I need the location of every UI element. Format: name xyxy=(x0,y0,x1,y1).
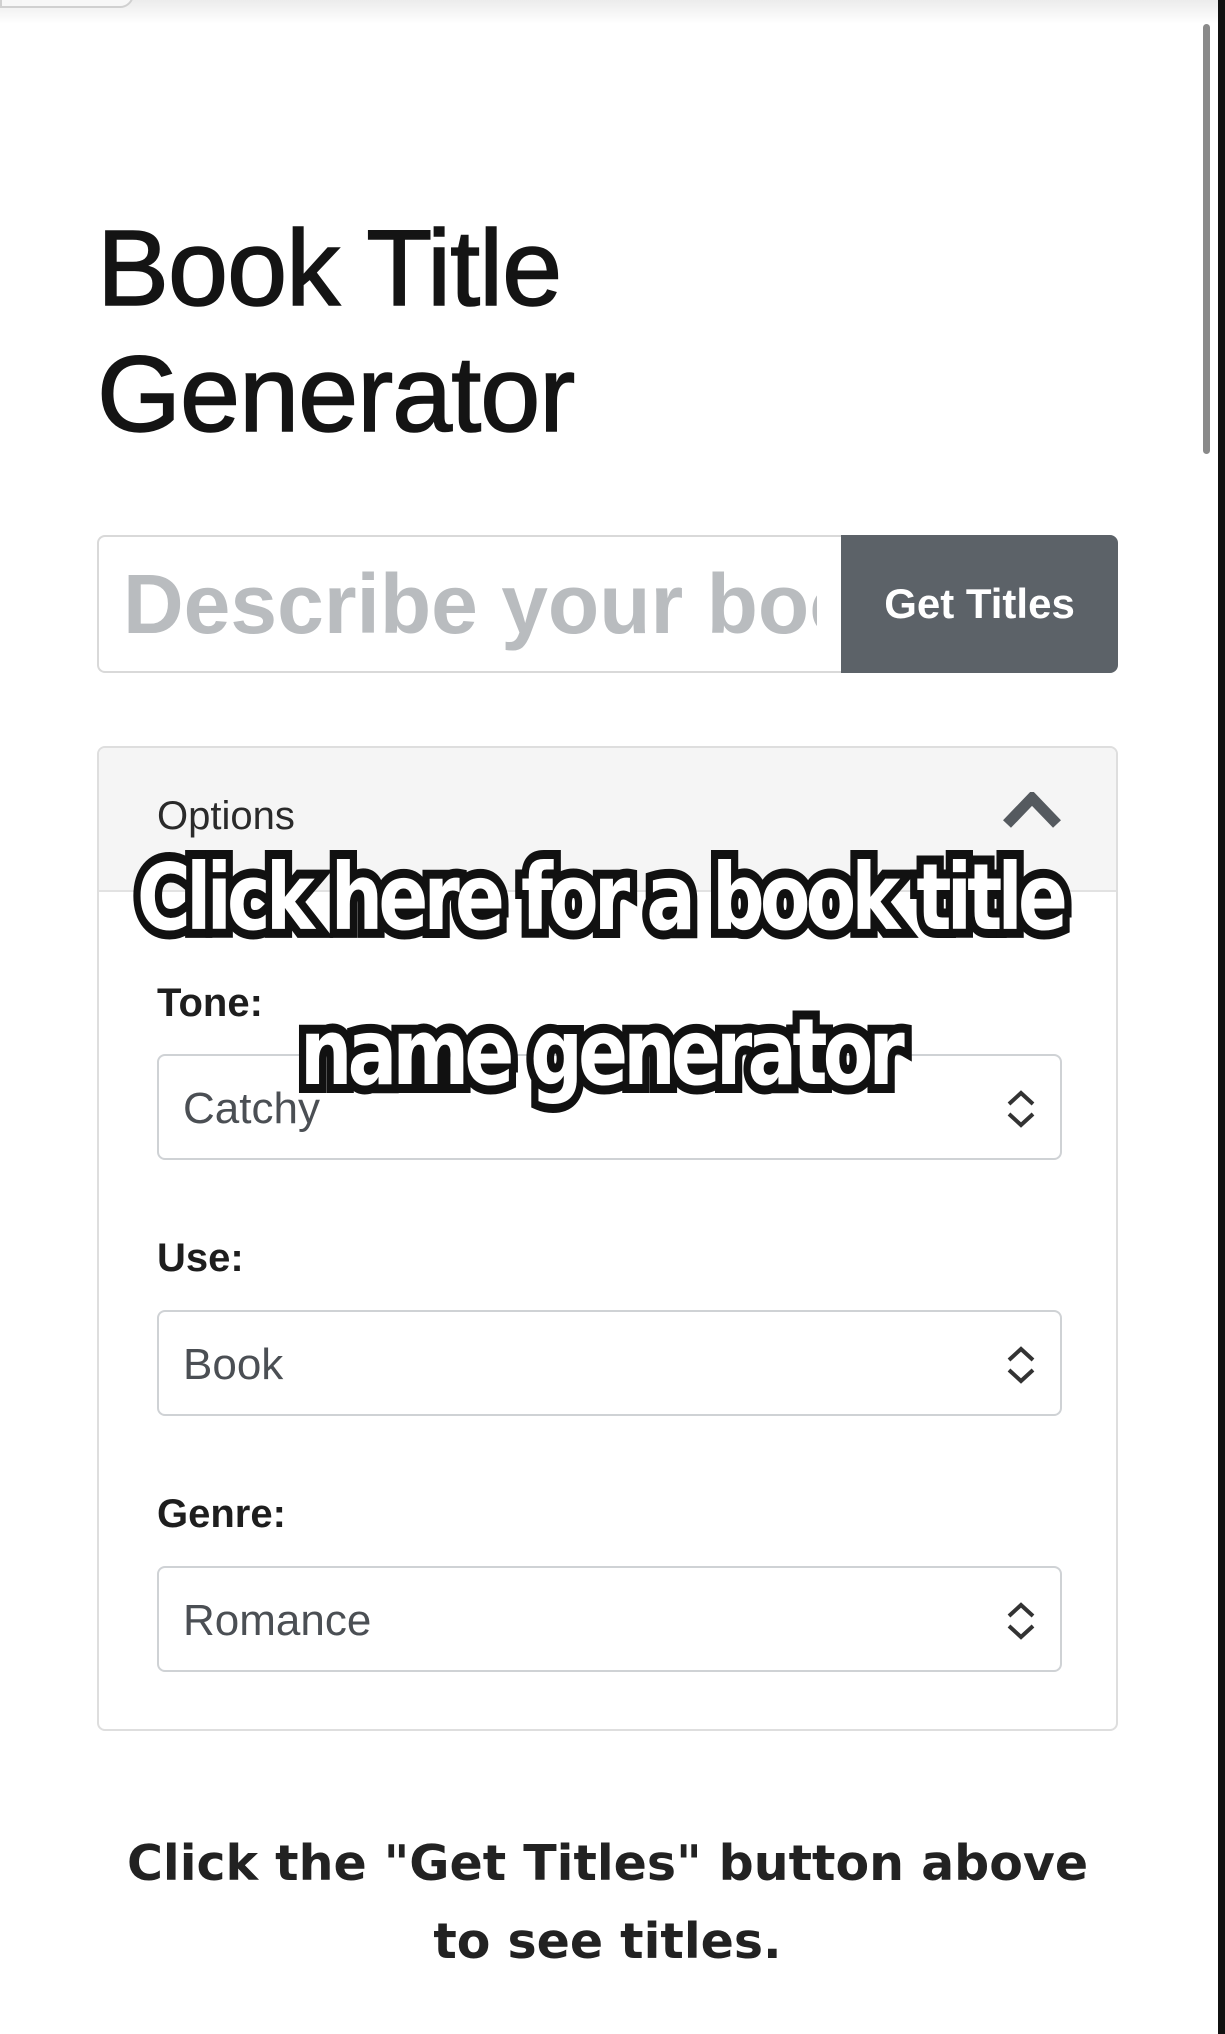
chevron-up-icon[interactable] xyxy=(1003,792,1061,828)
options-label: Options xyxy=(157,794,295,838)
genre-label: Genre: xyxy=(157,1492,286,1536)
tone-select[interactable]: Catchy xyxy=(157,1054,1062,1160)
use-label: Use: xyxy=(157,1236,244,1280)
browser-top-edge xyxy=(0,0,1225,24)
options-header[interactable]: Options xyxy=(99,748,1116,892)
use-select[interactable]: Book xyxy=(157,1310,1062,1416)
scrollbar[interactable] xyxy=(1203,24,1210,454)
genre-select[interactable]: Romance xyxy=(157,1566,1062,1672)
search-group: Get Titles xyxy=(97,535,1118,673)
footer-message: Click the "Get Titles" button above to s… xyxy=(126,1835,1089,1970)
book-description-input[interactable] xyxy=(97,535,841,673)
tone-select-value: Catchy xyxy=(183,1084,320,1133)
select-arrows-icon xyxy=(1007,1346,1035,1384)
options-card: Options Tone: Catchy Use: Book Genre: Ro… xyxy=(97,746,1118,1731)
get-titles-button[interactable]: Get Titles xyxy=(841,535,1118,673)
select-arrows-icon xyxy=(1007,1090,1035,1128)
select-arrows-icon xyxy=(1007,1602,1035,1640)
tone-label: Tone: xyxy=(157,981,263,1025)
browser-tab-edge xyxy=(0,0,134,8)
use-select-value: Book xyxy=(183,1340,284,1389)
genre-select-value: Romance xyxy=(183,1596,372,1645)
page-title: Book Title Generator xyxy=(96,206,576,455)
right-border xyxy=(1218,0,1225,2034)
